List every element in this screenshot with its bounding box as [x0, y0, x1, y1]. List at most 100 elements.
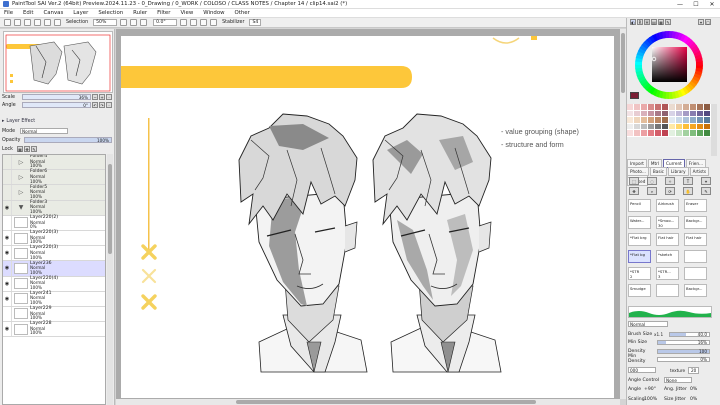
layer-folder-row[interactable]: ▷ Folder5 Normal 100%	[3, 185, 105, 201]
color-swatch[interactable]	[627, 130, 634, 137]
layer-row[interactable]: ◉ Layer220(3) Normal 100%	[3, 246, 105, 262]
layer-folder-row[interactable]: ◉ ▼ Folder3 Normal 100%	[3, 200, 105, 216]
brush-size-multiplier[interactable]: x1.1	[654, 332, 666, 337]
rotate-right-button[interactable]: ↷	[99, 102, 105, 108]
canvas-horizontal-scrollbar[interactable]	[116, 399, 620, 405]
menu-view[interactable]: View	[180, 10, 193, 16]
color-swatch[interactable]	[634, 130, 641, 137]
color-swatch[interactable]	[669, 130, 676, 137]
magic-wand-tool-icon[interactable]: ✧	[665, 177, 675, 185]
scaling-value[interactable]: 100%	[644, 397, 664, 402]
rotate-left-icon[interactable]	[180, 19, 188, 26]
brush-tab[interactable]: Library	[667, 167, 689, 176]
rotate-left-button[interactable]: ↶	[92, 102, 98, 108]
hand-tool-icon[interactable]: ✋	[683, 187, 693, 195]
transparent-color-icon[interactable]: ▢	[705, 19, 711, 25]
layer-row[interactable]: ◉ Layer220(4) Normal 100%	[3, 276, 105, 292]
layer-row[interactable]: ◉ Layer220(3) Normal 100%	[3, 231, 105, 247]
brush-tool-tile[interactable]	[684, 267, 707, 280]
lock-draw-icon[interactable]: ✎	[31, 146, 37, 152]
texture-amount[interactable]: 20	[688, 366, 700, 374]
brush-tool-tile[interactable]: Backgr...	[684, 284, 707, 297]
color-swatch[interactable]	[655, 130, 662, 137]
brush-tool-tile[interactable]: Eraser	[684, 199, 707, 212]
visibility-eye-icon[interactable]: ◉	[3, 322, 12, 337]
brush-tool-tile[interactable]: *Flat bg	[628, 250, 651, 263]
lock-pixels-icon[interactable]: ▦	[17, 146, 23, 152]
size-jitter-value[interactable]: 0%	[690, 397, 697, 402]
layer-folder-row[interactable]: ▷ Folder4 Normal 100%	[3, 155, 105, 171]
brush-tool-tile[interactable]: Airbrush	[656, 199, 679, 212]
texture-detail[interactable]: texture	[670, 368, 688, 373]
layer-folder-row[interactable]: ▷ Folder6 Normal 100%	[3, 170, 105, 186]
brush-tool-tile[interactable]: Flat hair	[656, 233, 679, 246]
visibility-eye-icon[interactable]: ◉	[3, 261, 12, 276]
min-size-slider[interactable]: 16%	[657, 339, 710, 345]
brush-angle-value[interactable]: +90°	[644, 387, 664, 392]
brush-tool-tile[interactable]: *STR 2	[628, 267, 651, 280]
visibility-eye-icon[interactable]	[3, 155, 12, 170]
brush-tab[interactable]: Artists	[689, 167, 710, 176]
deselect-icon[interactable]	[24, 19, 31, 26]
color-swatch[interactable]	[690, 130, 697, 137]
menu-layer[interactable]: Layer	[73, 10, 88, 16]
flip-horizontal-icon[interactable]	[210, 19, 218, 26]
layer-row[interactable]: Layer220(2) Normal 0%	[3, 215, 105, 231]
pen-pressure-icon[interactable]	[264, 19, 271, 26]
select-tool-icon[interactable]: ⬚	[629, 177, 639, 185]
angle-control-select[interactable]: None	[664, 377, 692, 383]
menu-selection[interactable]: Selection	[98, 10, 123, 16]
brush-tool-tile[interactable]: Backgr...	[684, 216, 707, 229]
brush-mode-select[interactable]: Normal	[628, 321, 668, 327]
brush-tool-tile[interactable]: Water...	[628, 216, 651, 229]
current-color-swatch[interactable]	[630, 92, 639, 99]
visibility-eye-icon[interactable]: ◉	[3, 276, 12, 291]
brush-tool-tile[interactable]: Smudge	[628, 284, 651, 297]
brush-tab[interactable]: Photo...	[627, 167, 649, 176]
opacity-slider[interactable]: 100%	[24, 137, 112, 143]
angle-slider[interactable]: 0°	[22, 102, 91, 108]
layer-row[interactable]: ◉ Layer241 Normal 100%	[3, 291, 105, 307]
redo-icon[interactable]	[14, 19, 21, 26]
menu-ruler[interactable]: Ruler	[133, 10, 147, 16]
hsv-mode-icon[interactable]: H	[644, 19, 650, 25]
texture-select[interactable]: 000	[628, 367, 656, 373]
zoom-field[interactable]: 50%	[93, 19, 118, 26]
swatch-scrollbar[interactable]	[711, 104, 717, 156]
menu-edit[interactable]: Edit	[23, 10, 33, 16]
eyedrop-tool-icon[interactable]: ⌖	[701, 177, 711, 185]
brush-size-slider[interactable]: 40.0	[669, 331, 710, 337]
menu-window[interactable]: Window	[203, 10, 224, 16]
color-swatch[interactable]	[683, 130, 690, 137]
undo-icon[interactable]	[4, 19, 11, 26]
selection-toggle-icon[interactable]	[54, 19, 61, 26]
color-wheel[interactable]	[634, 30, 704, 100]
text-tool-icon[interactable]: T	[683, 177, 693, 185]
min-density-slider[interactable]: 0%	[657, 356, 710, 362]
minimize-button[interactable]: —	[672, 0, 688, 8]
brush-tool-tile[interactable]: *Flat brg	[628, 233, 651, 246]
menu-filter[interactable]: Filter	[157, 10, 170, 16]
menu-canvas[interactable]: Canvas	[43, 10, 63, 16]
lock-move-icon[interactable]: ✥	[24, 146, 30, 152]
layer-list-scrollbar[interactable]	[107, 154, 113, 405]
pen-tool-icon[interactable]: ✎	[701, 187, 711, 195]
eyedropper-icon[interactable]: ⌖	[698, 19, 704, 25]
visibility-eye-icon[interactable]	[3, 170, 12, 185]
navigator-preview[interactable]	[3, 31, 113, 93]
brush-tool-tile[interactable]	[656, 284, 679, 297]
scratch-pad-icon[interactable]: ✎	[665, 19, 671, 25]
zoom-tool-icon[interactable]: ⌕	[647, 187, 657, 195]
rotate-reset-icon[interactable]	[200, 19, 208, 26]
mixer-mode-icon[interactable]: ▤	[651, 19, 657, 25]
zoom-reset-icon[interactable]	[140, 19, 148, 26]
lasso-tool-icon[interactable]: ◌	[647, 177, 657, 185]
color-swatch[interactable]	[662, 130, 669, 137]
density-slider[interactable]: 100	[657, 348, 710, 354]
layer-scroll-thumb[interactable]	[108, 164, 112, 254]
rotate-tool-icon[interactable]: ⟳	[665, 187, 675, 195]
visibility-eye-icon[interactable]: ◉	[3, 246, 12, 261]
layer-row[interactable]: Layer229 Normal 100%	[3, 306, 105, 323]
zoom-in-button[interactable]: +	[99, 94, 105, 100]
visibility-eye-icon[interactable]	[3, 306, 12, 322]
